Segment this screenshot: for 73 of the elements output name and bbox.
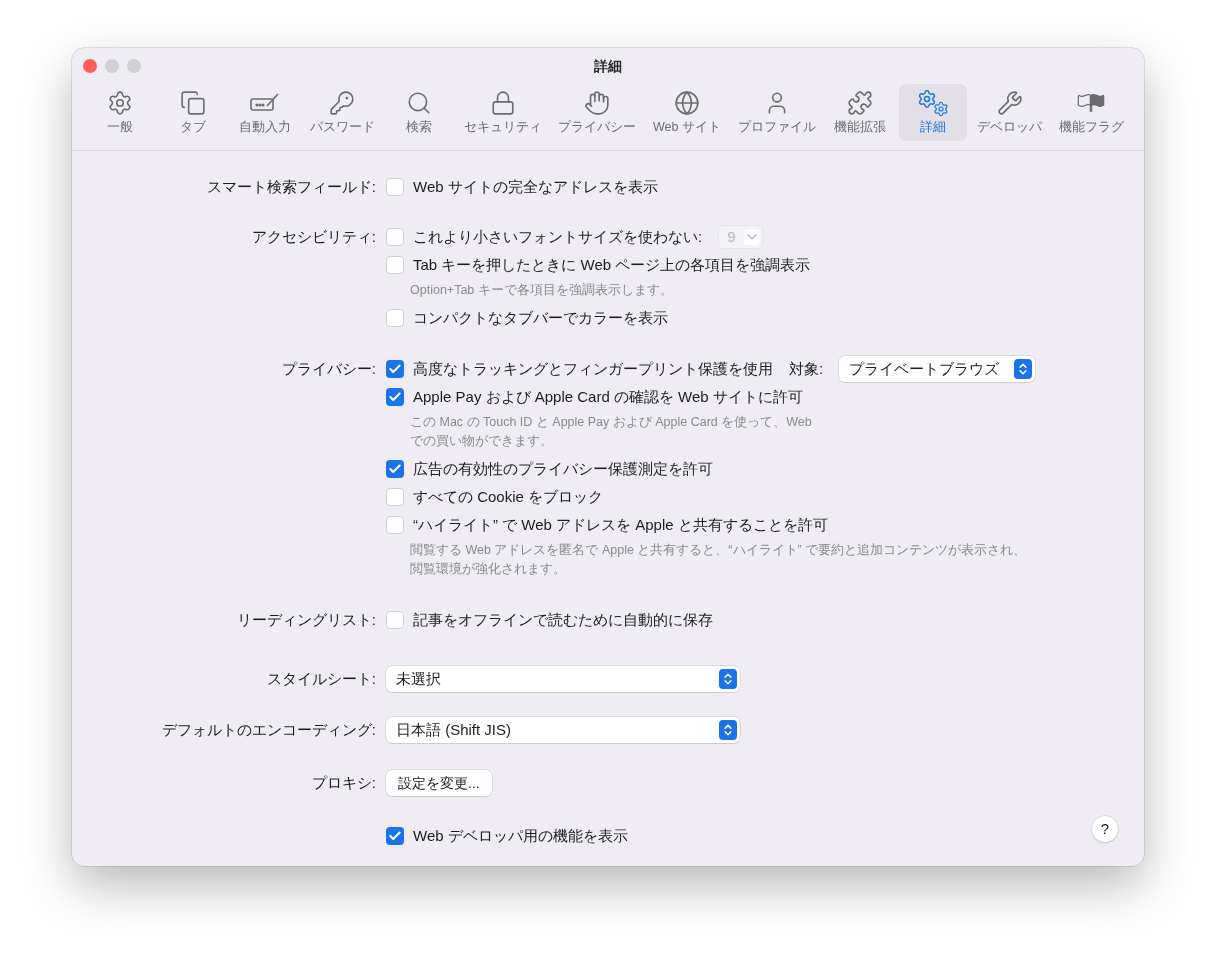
minimize-button[interactable] <box>105 59 119 73</box>
section-label: リーディングリスト: <box>236 609 376 630</box>
toolbar-tab[interactable]: 検索 <box>385 84 454 141</box>
change-settings-button[interactable]: 設定を変更... <box>386 770 492 796</box>
toolbar-tab[interactable]: セキュリティ <box>457 84 548 141</box>
hint-text: 閲覧する Web アドレスを匿名で Apple と共有すると、“ハイライト” で要約と追加コンテンツが表示され、 <box>410 542 1027 559</box>
help-button[interactable]: ? <box>1092 816 1118 842</box>
section-label: プロキシ: <box>311 772 376 793</box>
key-icon <box>329 90 356 117</box>
section-label: プライバシー: <box>281 358 376 379</box>
checkbox[interactable] <box>386 827 404 845</box>
target-popup[interactable]: プライベートブラウズ <box>839 356 1036 382</box>
zoom-button[interactable] <box>127 59 141 73</box>
checkbox-label: “ハイライト” で Web アドレスを Apple と共有することを許可 <box>413 514 828 535</box>
check-icon <box>388 362 402 376</box>
toolbar-tab[interactable]: 自動入力 <box>231 84 300 141</box>
target-label: 対象: <box>789 358 824 379</box>
lock-icon <box>489 90 516 117</box>
close-button[interactable] <box>83 59 97 73</box>
checkbox[interactable] <box>386 611 404 629</box>
toolbar-tab[interactable]: デベロッパ <box>971 84 1049 141</box>
check-icon <box>388 390 402 404</box>
checkbox-label: Tab キーを押したときに Web ページ上の各項目を強調表示 <box>413 254 811 275</box>
check-icon <box>388 462 402 476</box>
toolbar-tab[interactable]: パスワード <box>303 84 381 141</box>
hint-text: での買い物ができます。 <box>410 433 553 450</box>
checkbox[interactable] <box>386 516 404 534</box>
checkbox-label: 記事をオフラインで読むために自動的に保存 <box>413 609 713 630</box>
checkbox[interactable] <box>386 178 404 196</box>
toolbar-tab[interactable]: プロファイル <box>731 84 822 141</box>
checkbox[interactable] <box>386 228 404 246</box>
checkbox[interactable] <box>386 460 404 478</box>
checkbox-label: Web サイトの完全なアドレスを表示 <box>413 176 658 197</box>
chevron-down-icon <box>743 229 760 245</box>
section-label: アクセシビリティ: <box>251 226 376 247</box>
checkbox-label: Web デベロッパ用の機能を表示 <box>413 825 628 846</box>
toolbar-tab[interactable]: タブ <box>158 84 227 141</box>
toolbar-tab[interactable]: Web サイト <box>647 84 727 141</box>
puzzle-icon <box>847 90 874 117</box>
toolbar-tab[interactable]: 一般 <box>86 84 154 141</box>
checkbox-label: 広告の有効性のプライバシー保護測定を許可 <box>413 458 713 479</box>
hint-text: Option+Tab キーで各項目を強調表示します。 <box>410 282 673 299</box>
checkbox-label: コンパクトなタブバーでカラーを表示 <box>413 307 668 328</box>
updown-icon <box>721 672 735 686</box>
check-icon <box>388 829 402 843</box>
select-field[interactable]: 未選択 <box>386 666 740 692</box>
select-field[interactable]: 日本語 (Shift JIS) <box>386 717 740 743</box>
toolbar-tab[interactable]: プライバシー <box>552 84 643 141</box>
checkbox[interactable] <box>386 488 404 506</box>
globe-icon <box>674 90 700 117</box>
toolbar-tab[interactable]: 機能拡張 <box>826 84 895 141</box>
checkbox-label: これより小さいフォントサイズを使わない: <box>413 226 703 247</box>
hint-text: 閲覧環境が強化されます。 <box>410 561 566 578</box>
section-label: デフォルトのエンコーディング: <box>161 719 376 740</box>
hint-text: この Mac の Touch ID と Apple Pay および Apple Card を使って、Web <box>410 414 812 431</box>
toolbar-tab[interactable]: 詳細 <box>898 84 967 141</box>
section-label: スマート検索フィールド: <box>206 176 376 197</box>
tabs-icon <box>179 90 206 117</box>
toolbar-tab[interactable]: 機能フラグ <box>1052 84 1130 141</box>
gear-icon <box>107 90 133 117</box>
window-title: 詳細 <box>594 57 622 76</box>
checkbox[interactable] <box>386 256 404 274</box>
checkbox[interactable] <box>386 309 404 327</box>
checkbox-label: すべての Cookie をブロック <box>413 486 604 507</box>
hand-icon <box>584 90 611 117</box>
checkbox-label: Apple Pay および Apple Card の確認を Web サイトに許可 <box>413 386 803 407</box>
tools-icon <box>996 90 1023 117</box>
checkbox-label: 高度なトラッキングとフィンガープリント保護を使用 <box>413 358 773 379</box>
updown-icon <box>721 723 735 737</box>
checkbox[interactable] <box>386 360 404 378</box>
section-label: スタイルシート: <box>266 668 376 689</box>
checkbox[interactable] <box>386 388 404 406</box>
gears-icon <box>916 89 949 118</box>
